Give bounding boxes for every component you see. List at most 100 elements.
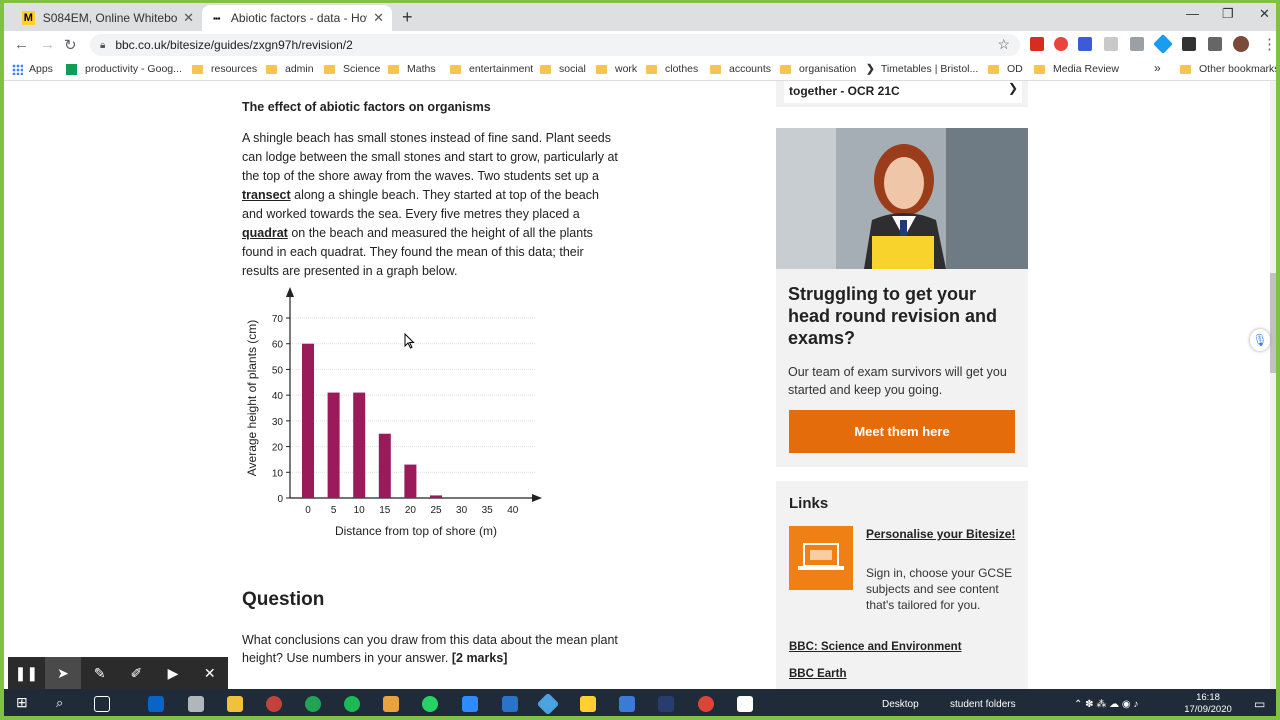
bookmark-folder[interactable]: accounts — [710, 63, 771, 75]
new-tab-icon[interactable]: + — [402, 7, 413, 28]
extension-icon[interactable] — [1153, 34, 1173, 54]
app-icon[interactable] — [305, 696, 321, 712]
extension-icon[interactable] — [1030, 37, 1044, 51]
app-icon[interactable] — [266, 696, 282, 712]
bookmark-folder[interactable]: resources — [192, 63, 257, 75]
bookmark-apps[interactable]: Apps — [12, 63, 53, 75]
microphone-icon[interactable]: 🎙︎ — [1250, 329, 1270, 351]
tab-strip: M S084EM, Online Whiteboard for ✕ ▪▪▪ Ab… — [4, 3, 1276, 31]
promo-image — [776, 128, 1028, 269]
chrome-icon[interactable] — [698, 696, 714, 712]
bookmark-folder[interactable]: organisation — [780, 63, 856, 75]
bookmark-folder[interactable]: Media Review — [1034, 63, 1119, 75]
tab-miro[interactable]: M S084EM, Online Whiteboard for ✕ — [14, 5, 202, 31]
outlook-icon[interactable] — [148, 696, 164, 712]
related-link-card[interactable]: together - OCR 21C ❯ — [776, 81, 1028, 107]
address-bar[interactable]: 🔒︎ bbc.co.uk/bitesize/guides/zxgn97h/rev… — [90, 34, 1020, 56]
tray-icons[interactable]: ⌃ ✽ ⁂ ☁ ◉ ♪ — [1074, 699, 1138, 710]
puzzle-icon[interactable] — [1182, 37, 1196, 51]
personalise-icon[interactable] — [789, 526, 853, 590]
scrollbar-thumb[interactable] — [1270, 273, 1276, 373]
bar — [378, 433, 391, 498]
menu-icon[interactable]: ⋮ — [1262, 35, 1276, 53]
app-icon[interactable] — [188, 696, 204, 712]
bookmark-label: entertainment — [469, 63, 534, 75]
app-icon[interactable] — [536, 692, 560, 716]
pause-icon[interactable]: ❚❚ — [8, 657, 45, 689]
links-heading: Links — [789, 495, 829, 512]
search-icon[interactable]: ⌕ — [56, 695, 72, 711]
bookmark-folder[interactable]: work — [596, 63, 637, 75]
x-tick-label: 0 — [305, 505, 311, 516]
bookmark-folder[interactable]: Maths — [388, 63, 436, 75]
student-folders-label[interactable]: student folders — [950, 699, 1016, 710]
science-environment-link[interactable]: BBC: Science and Environment — [789, 641, 962, 653]
bookmark-label: Maths — [407, 63, 436, 75]
pointer-icon[interactable]: ➤ — [44, 657, 82, 689]
more-bookmarks-icon[interactable]: » — [1154, 61, 1161, 75]
clock[interactable]: 16:18 17/09/2020 — [1182, 692, 1234, 716]
task-view-icon[interactable] — [94, 696, 110, 712]
bookmark-productivity[interactable]: productivity - Goog... — [66, 63, 182, 75]
extension-icon[interactable] — [1078, 37, 1092, 51]
bookmark-folder[interactable]: social — [540, 63, 586, 75]
personalise-description: Sign in, choose your GCSE subjects and s… — [866, 566, 1013, 612]
extension-icon[interactable] — [1054, 37, 1068, 51]
bookmark-folder[interactable]: Science — [324, 63, 380, 75]
close-icon[interactable]: ✕ — [191, 657, 228, 689]
close-window-icon[interactable]: ✕ — [1259, 6, 1270, 22]
clock-date: 17/09/2020 — [1184, 704, 1232, 715]
bookmark-folder[interactable]: clothes — [646, 63, 698, 75]
bbc-earth-link[interactable]: BBC Earth — [789, 668, 847, 680]
bookmark-other[interactable]: Other bookmarks — [1180, 63, 1280, 75]
apps-grid-icon — [12, 63, 23, 75]
todo-icon[interactable] — [502, 696, 518, 712]
x-tick-label: 30 — [456, 505, 468, 516]
desktop-toolbar-label[interactable]: Desktop — [882, 699, 919, 710]
bookmark-label: organisation — [799, 63, 857, 75]
bookmark-star-icon[interactable]: ☆ — [997, 36, 1010, 53]
quadrat-link[interactable]: quadrat — [242, 226, 288, 240]
transect-link[interactable]: transect — [242, 188, 291, 202]
section-heading: The effect of abiotic factors on organis… — [242, 100, 491, 114]
zoom-icon[interactable] — [462, 696, 478, 712]
personalise-link[interactable]: Personalise your Bitesize! — [866, 526, 1016, 542]
mouse-cursor-icon — [404, 333, 415, 349]
whatsapp-icon[interactable] — [422, 696, 438, 712]
forward-icon[interactable]: → — [40, 36, 55, 53]
reload-icon[interactable]: ↻ — [64, 36, 77, 54]
close-tab-icon[interactable]: ✕ — [373, 10, 384, 26]
app-icon[interactable] — [658, 696, 674, 712]
bookmark-timetables[interactable]: ❯ Timetables | Bristol... — [866, 63, 978, 75]
extension-icon[interactable] — [1104, 37, 1118, 51]
bookmark-folder[interactable]: entertainment — [450, 63, 533, 75]
minimize-icon[interactable]: — — [1186, 6, 1199, 21]
highlighter-icon[interactable]: ✐ — [118, 657, 155, 689]
miro-icon[interactable] — [580, 696, 596, 712]
spotify-icon[interactable] — [344, 696, 360, 712]
pen-icon[interactable]: ✎ — [81, 657, 118, 689]
maximize-icon[interactable]: ❐ — [1222, 6, 1234, 22]
bookmark-folder[interactable]: OD — [988, 63, 1023, 75]
page-scrollbar[interactable] — [1270, 81, 1276, 689]
app-icon[interactable] — [619, 696, 635, 712]
meet-them-button[interactable]: Meet them here — [789, 410, 1015, 453]
media-player-icon[interactable] — [383, 696, 399, 712]
extension-icon[interactable] — [1130, 37, 1144, 51]
bookmark-label: admin — [285, 63, 314, 75]
close-tab-icon[interactable]: ✕ — [183, 10, 194, 26]
tab-bitesize[interactable]: ▪▪▪ Abiotic factors - data - How are ✕ — [202, 5, 392, 31]
file-explorer-icon[interactable] — [227, 696, 243, 712]
avatar[interactable] — [1233, 36, 1249, 52]
windows-start-icon[interactable]: ⊞ — [16, 694, 32, 710]
browser-window: M S084EM, Online Whiteboard for ✕ ▪▪▪ Ab… — [0, 0, 1280, 720]
bookmark-folder[interactable]: admin — [266, 63, 314, 75]
back-icon[interactable]: ← — [14, 36, 29, 53]
cast-icon[interactable] — [1208, 37, 1222, 51]
app-icon[interactable] — [737, 696, 753, 712]
notifications-icon[interactable]: ▭ — [1254, 697, 1265, 711]
bookmarks-bar: Apps productivity - Goog... resources ad… — [4, 59, 1276, 81]
bookmark-label: Other bookmarks — [1199, 63, 1280, 75]
camera-icon[interactable]: ▶ — [155, 657, 192, 689]
y-tick-label: 10 — [272, 468, 284, 479]
